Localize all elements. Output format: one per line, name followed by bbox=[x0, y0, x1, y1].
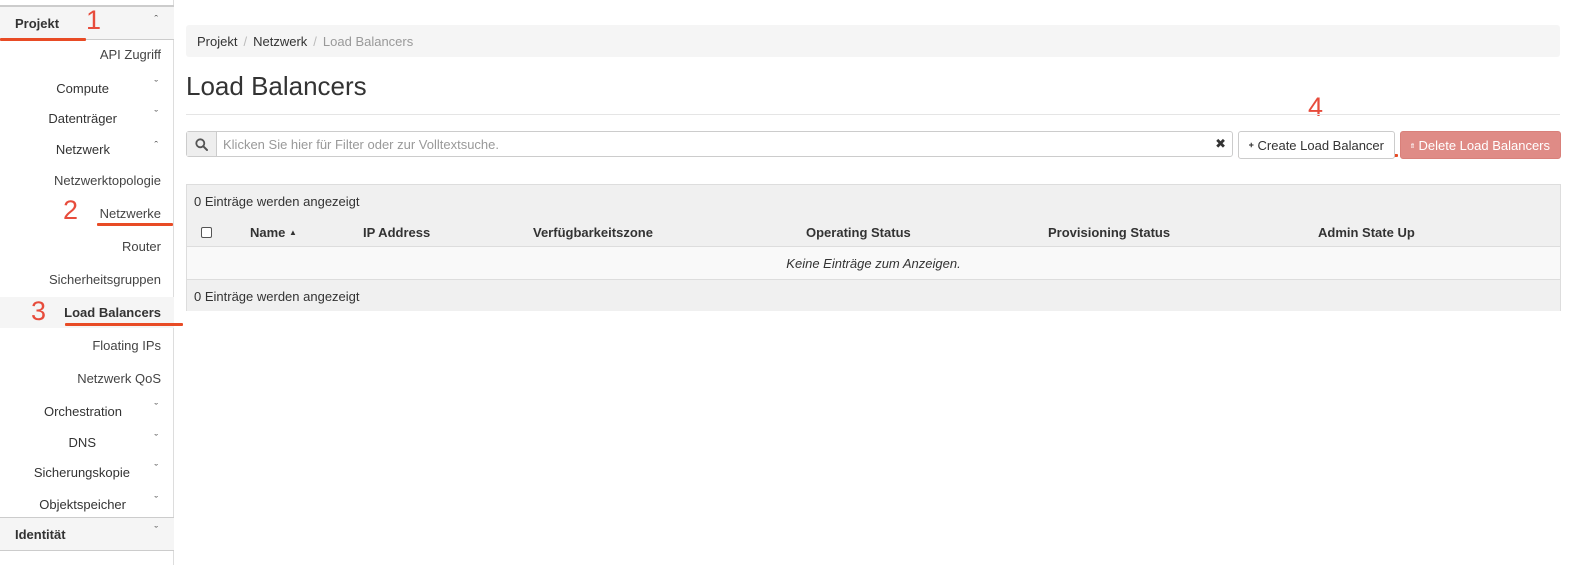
annotation-number-1: 1 bbox=[86, 5, 102, 35]
breadcrumb-separator: / bbox=[243, 34, 248, 49]
annotation-underline-2 bbox=[97, 223, 173, 226]
sidebar-group-label: Netzwerk bbox=[55, 142, 110, 157]
chevron-down-icon: ˇ bbox=[154, 109, 158, 121]
sidebar-group-netzwerk[interactable]: Netzwerk ˆ bbox=[0, 138, 174, 162]
column-header-label: Name bbox=[250, 225, 286, 240]
chevron-down-icon: ˇ bbox=[154, 79, 158, 91]
column-header-operating-status[interactable]: Operating Status bbox=[806, 225, 911, 240]
search-icon bbox=[195, 137, 208, 151]
sidebar-group-label: Compute bbox=[56, 81, 109, 96]
chevron-down-icon: ˇ bbox=[154, 463, 158, 475]
breadcrumb-item-projekt[interactable]: Projekt bbox=[197, 34, 237, 49]
chevron-up-icon: ˆ bbox=[154, 140, 158, 152]
page-title: Load Balancers bbox=[186, 71, 367, 101]
delete-button-label: Delete Load Balancers bbox=[1418, 137, 1550, 153]
sidebar-item-router[interactable]: Router bbox=[122, 239, 161, 254]
plus-icon bbox=[1249, 142, 1254, 148]
sidebar-section-identitaet[interactable]: Identität ˇ bbox=[0, 517, 174, 551]
annotation-underline-1 bbox=[0, 38, 86, 41]
chevron-down-icon: ˇ bbox=[154, 402, 158, 414]
column-header-verfuegbarkeitszone[interactable]: Verfügbarkeitszone bbox=[533, 225, 653, 240]
sidebar-item-sicherheitsgruppen[interactable]: Sicherheitsgruppen bbox=[49, 272, 161, 287]
breadcrumb-item-netzwerk[interactable]: Netzwerk bbox=[253, 34, 307, 49]
breadcrumb: Projekt / Netzwerk / Load Balancers bbox=[186, 25, 1560, 57]
create-button-label: Create Load Balancer bbox=[1257, 137, 1384, 153]
trash-icon bbox=[1411, 142, 1415, 148]
sidebar-group-sicherungskopie[interactable]: Sicherungskopie ˇ bbox=[0, 461, 174, 485]
table-header: Name ▲ IP Address Verfügbarkeitszone Ope… bbox=[187, 217, 1560, 247]
title-divider bbox=[186, 114, 1560, 115]
chevron-down-icon: ˇ bbox=[154, 495, 158, 507]
annotation-underline-3 bbox=[65, 323, 183, 326]
sidebar-group-datentraeger[interactable]: Datenträger ˇ bbox=[0, 107, 174, 131]
sidebar-group-dns[interactable]: DNS ˇ bbox=[0, 431, 174, 455]
sort-ascending-icon: ▲ bbox=[289, 228, 297, 237]
chevron-down-icon: ˇ bbox=[154, 433, 158, 445]
sidebar-group-label: Sicherungskopie bbox=[33, 465, 130, 480]
sidebar-item-load-balancers[interactable]: Load Balancers bbox=[64, 305, 161, 320]
chevron-down-icon: ˇ bbox=[154, 525, 158, 537]
annotation-number-4: 4 bbox=[1308, 92, 1324, 122]
search-addon bbox=[187, 132, 217, 156]
sidebar-group-compute[interactable]: Compute ˇ bbox=[0, 77, 174, 101]
sidebar-group-label: Datenträger bbox=[48, 111, 117, 126]
column-header-ip-address[interactable]: IP Address bbox=[363, 225, 430, 240]
chevron-up-icon: ˆ bbox=[154, 14, 158, 26]
table-empty-row: Keine Einträge zum Anzeigen. bbox=[187, 247, 1560, 279]
table-count-bottom: 0 Einträge werden angezeigt bbox=[187, 279, 1560, 311]
column-header-name[interactable]: Name ▲ bbox=[250, 225, 297, 240]
sidebar-group-label: Orchestration bbox=[43, 404, 122, 419]
column-header-admin-state-up[interactable]: Admin State Up bbox=[1318, 225, 1415, 240]
select-all-checkbox[interactable] bbox=[201, 227, 212, 238]
sidebar-group-label: Objektspeicher bbox=[39, 497, 126, 512]
search-input[interactable] bbox=[218, 132, 1208, 156]
clear-icon[interactable]: ✖ bbox=[1215, 136, 1226, 152]
breadcrumb-separator: / bbox=[313, 34, 317, 49]
annotation-number-3: 3 bbox=[31, 296, 47, 326]
table-count-top: 0 Einträge werden angezeigt bbox=[187, 185, 1560, 217]
sidebar-item-api-zugriff[interactable]: API Zugriff bbox=[100, 47, 161, 62]
sidebar-item-netzwerktopologie[interactable]: Netzwerktopologie bbox=[54, 173, 161, 188]
sidebar-item-floating-ips[interactable]: Floating IPs bbox=[92, 338, 161, 353]
delete-load-balancers-button[interactable]: Delete Load Balancers bbox=[1400, 131, 1561, 159]
search-box: ✖ bbox=[186, 131, 1233, 157]
sidebar-item-netzwerke[interactable]: Netzwerke bbox=[100, 206, 161, 221]
load-balancers-table: 0 Einträge werden angezeigt Name ▲ IP Ad… bbox=[186, 184, 1561, 311]
sidebar: Projekt ˆ API Zugriff Compute ˇ Datenträ… bbox=[0, 0, 174, 565]
sidebar-group-label: DNS bbox=[68, 435, 96, 450]
sidebar-group-objektspeicher[interactable]: Objektspeicher ˇ bbox=[0, 493, 174, 517]
column-header-provisioning-status[interactable]: Provisioning Status bbox=[1048, 225, 1170, 240]
breadcrumb-item-current: Load Balancers bbox=[322, 34, 414, 49]
create-load-balancer-button[interactable]: Create Load Balancer bbox=[1238, 131, 1395, 159]
sidebar-item-netzwerk-qos[interactable]: Netzwerk QoS bbox=[77, 371, 161, 386]
sidebar-group-orchestration[interactable]: Orchestration ˇ bbox=[0, 400, 174, 424]
annotation-number-2: 2 bbox=[63, 195, 79, 225]
sidebar-section-label: Identität bbox=[15, 527, 66, 542]
sidebar-section-label: Projekt bbox=[15, 16, 60, 31]
